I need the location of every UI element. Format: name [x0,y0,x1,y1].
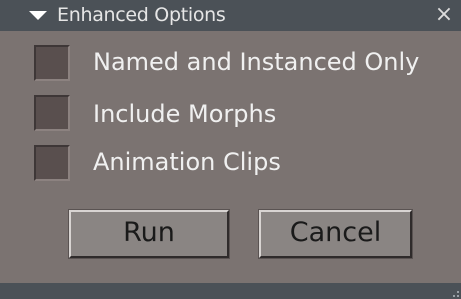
animation-clips-label: Animation Clips [93,148,281,176]
animation-clips-checkbox[interactable] [34,145,70,181]
window-title: Enhanced Options [57,4,226,26]
close-icon[interactable]: × [432,3,456,27]
named-instanced-label: Named and Instanced Only [93,48,420,76]
option-row-animation-clips: Animation Clips [0,140,461,186]
option-row-include-morphs: Include Morphs [0,92,461,138]
enhanced-options-window: Enhanced Options × Named and Instanced O… [0,0,461,299]
run-button[interactable]: Run [68,209,230,259]
include-morphs-label: Include Morphs [93,100,277,128]
status-bar [0,283,461,299]
cancel-button[interactable]: Cancel [258,209,413,259]
title-bar[interactable]: Enhanced Options × [0,0,461,31]
include-morphs-checkbox[interactable] [34,95,70,131]
collapse-arrow-icon[interactable] [29,11,47,20]
resize-grip-icon[interactable] [449,287,459,297]
option-row-named-instanced: Named and Instanced Only [0,40,461,86]
named-instanced-checkbox[interactable] [34,45,70,81]
